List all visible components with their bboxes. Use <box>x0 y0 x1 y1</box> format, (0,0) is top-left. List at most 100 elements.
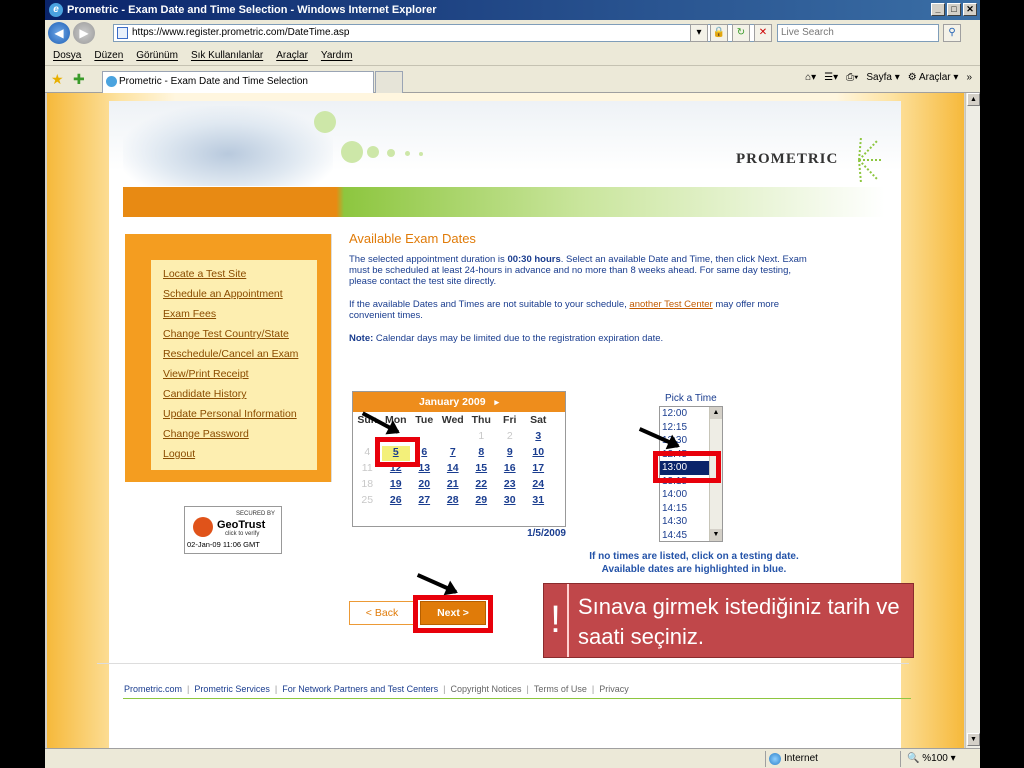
address-field[interactable]: https://www.register.prometric.com/DateT… <box>113 24 758 42</box>
footer-link-terms[interactable]: Terms of Use <box>534 684 587 694</box>
calendar-day[interactable]: 22 <box>467 478 496 493</box>
favorites-star-icon[interactable]: ★ <box>51 71 64 88</box>
menu-view[interactable]: Görünüm <box>136 50 178 61</box>
calendar-day[interactable]: 30 <box>496 494 525 509</box>
calendar-day[interactable]: 9 <box>496 446 525 461</box>
new-tab-button[interactable] <box>375 71 403 93</box>
next-month-icon[interactable]: ▸ <box>494 397 499 407</box>
footer-link-privacy[interactable]: Privacy <box>599 684 629 694</box>
calendar-day[interactable]: 17 <box>524 462 553 477</box>
geotrust-seal[interactable]: SECURED BY GeoTrust click to verify 02-J… <box>184 506 282 554</box>
tools-menu[interactable]: ⚙ Araçlar ▾ <box>908 72 959 83</box>
forward-nav-button[interactable]: ▶ <box>73 22 95 44</box>
page-scroll-down-icon[interactable]: ▼ <box>967 733 980 746</box>
footer-links: Prometric.com | Prometric Services | For Net… <box>124 684 629 694</box>
time-highlight-box <box>653 451 721 483</box>
footer-green-line <box>123 698 911 699</box>
live-search-input[interactable]: Live Search <box>777 24 939 42</box>
sidebar-link-logout[interactable]: Logout <box>163 448 317 468</box>
footer-divider <box>97 663 909 664</box>
footer-link-prometric[interactable]: Prometric.com <box>124 684 182 694</box>
sidebar-link-locate-test-site[interactable]: Locate a Test Site <box>163 268 317 288</box>
calendar-day: 1 <box>478 430 485 442</box>
maximize-button[interactable]: □ <box>947 3 961 16</box>
footer-link-services[interactable]: Prometric Services <box>194 684 270 694</box>
refresh-icon[interactable]: ↻ <box>732 24 750 42</box>
menu-tools[interactable]: Araçlar <box>276 50 308 61</box>
print-icon[interactable]: ⎙▾ <box>846 72 858 83</box>
calendar-day[interactable]: 10 <box>524 446 553 461</box>
calendar-day[interactable]: 21 <box>439 478 468 493</box>
footer-link-copyright[interactable]: Copyright Notices <box>450 684 521 694</box>
calendar-day[interactable]: 3 <box>524 430 553 445</box>
hint-text: If no times are listed, click on a testi… <box>589 551 799 575</box>
calendar-day[interactable]: 19 <box>382 478 411 493</box>
close-window-button[interactable]: ✕ <box>963 3 977 16</box>
calendar-day[interactable]: 26 <box>382 494 411 509</box>
minimize-button[interactable]: _ <box>931 3 945 16</box>
calendar-day[interactable]: 14 <box>439 462 468 477</box>
calendar-day[interactable]: 31 <box>524 494 553 509</box>
sidebar-link-print-receipt[interactable]: View/Print Receipt <box>163 368 317 388</box>
date-highlight-box <box>375 437 420 467</box>
sidebar-link-change-country[interactable]: Change Test Country/State <box>163 328 317 348</box>
sidebar-link-change-password[interactable]: Change Password <box>163 428 317 448</box>
page-scroll-up-icon[interactable]: ▲ <box>967 93 980 106</box>
search-icon[interactable]: ⚲ <box>943 24 961 42</box>
back-nav-button[interactable]: ◀ <box>48 22 70 44</box>
prometric-logo[interactable]: PROMETRIC <box>736 151 838 168</box>
calendar-day[interactable]: 8 <box>467 446 496 461</box>
home-icon[interactable]: ⌂▾ <box>805 72 816 83</box>
calendar-day[interactable]: 24 <box>524 478 553 493</box>
sidebar-link-schedule-appointment[interactable]: Schedule an Appointment <box>163 288 317 308</box>
calendar-day[interactable]: 7 <box>439 446 468 461</box>
duration-paragraph: The selected appointment duration is 00:… <box>349 254 807 287</box>
calendar-day[interactable]: 16 <box>496 462 525 477</box>
alternatives-paragraph: If the available Dates and Times are not… <box>349 299 780 321</box>
scroll-down-icon[interactable]: ▼ <box>710 529 722 541</box>
calendar-day: 2 <box>506 430 513 442</box>
window-titlebar[interactable]: e Prometric - Exam Date and Time Selecti… <box>45 0 980 20</box>
sidebar-links-box: Locate a Test Site Schedule an Appointme… <box>151 260 317 470</box>
menu-help[interactable]: Yardım <box>321 50 353 61</box>
zone-text: Internet <box>784 753 818 764</box>
stop-icon[interactable]: ✕ <box>754 24 772 42</box>
another-test-center-link[interactable]: another Test Center <box>629 299 712 310</box>
calendar-day[interactable]: 20 <box>410 478 439 493</box>
lock-icon[interactable]: 🔒 <box>710 24 728 42</box>
sidebar-link-exam-fees[interactable]: Exam Fees <box>163 308 317 328</box>
add-favorite-icon[interactable]: ✚ <box>73 71 85 88</box>
main-content: Available Exam Dates The selected appoin… <box>349 231 809 353</box>
security-zone[interactable]: Internet <box>765 751 895 767</box>
calendar-day[interactable]: 15 <box>467 462 496 477</box>
calendar-day[interactable]: 23 <box>496 478 525 493</box>
sidebar-link-candidate-history[interactable]: Candidate History <box>163 388 317 408</box>
menu-file[interactable]: Dosya <box>53 50 81 61</box>
sidebar-link-reschedule[interactable]: Reschedule/Cancel an Exam <box>163 348 317 368</box>
feeds-icon[interactable]: ☰▾ <box>824 72 838 83</box>
menu-edit[interactable]: Düzen <box>94 50 123 61</box>
calendar-day[interactable]: 27 <box>410 494 439 509</box>
page-menu[interactable]: Sayfa ▾ <box>866 72 899 83</box>
calendar-day[interactable]: 28 <box>439 494 468 509</box>
address-toolbar: ◀ ▶ https://www.register.prometric.com/D… <box>45 20 980 46</box>
sidebar-nav: Locate a Test Site Schedule an Appointme… <box>125 234 332 482</box>
back-button[interactable]: < Back <box>349 601 415 625</box>
decor-dot <box>387 149 395 157</box>
browser-tab[interactable]: Prometric - Exam Date and Time Selection <box>102 71 374 93</box>
chevron-more-icon[interactable]: » <box>966 72 972 83</box>
ie-logo-icon: e <box>49 3 63 17</box>
dropdown-icon[interactable]: ▾ <box>690 24 708 42</box>
calendar-day[interactable]: 29 <box>467 494 496 509</box>
header-banner: PROMETRIC <box>109 101 901 217</box>
scroll-up-icon[interactable]: ▲ <box>710 407 722 419</box>
sidebar-link-update-info[interactable]: Update Personal Information <box>163 408 317 428</box>
tab-title: Prometric - Exam Date and Time Selection <box>119 76 308 87</box>
instruction-callout: ! Sınava girmek istediğiniz tarih ve saa… <box>543 583 914 658</box>
menu-favorites[interactable]: Sık Kullanılanlar <box>191 50 263 61</box>
decor-dot <box>314 111 336 133</box>
zoom-icon: 🔍 <box>907 753 920 764</box>
page-scrollbar[interactable]: ▲ ▼ <box>965 93 980 748</box>
footer-link-partners[interactable]: For Network Partners and Test Centers <box>282 684 438 694</box>
zoom-control[interactable]: 🔍 %100 ▾ <box>900 751 970 767</box>
